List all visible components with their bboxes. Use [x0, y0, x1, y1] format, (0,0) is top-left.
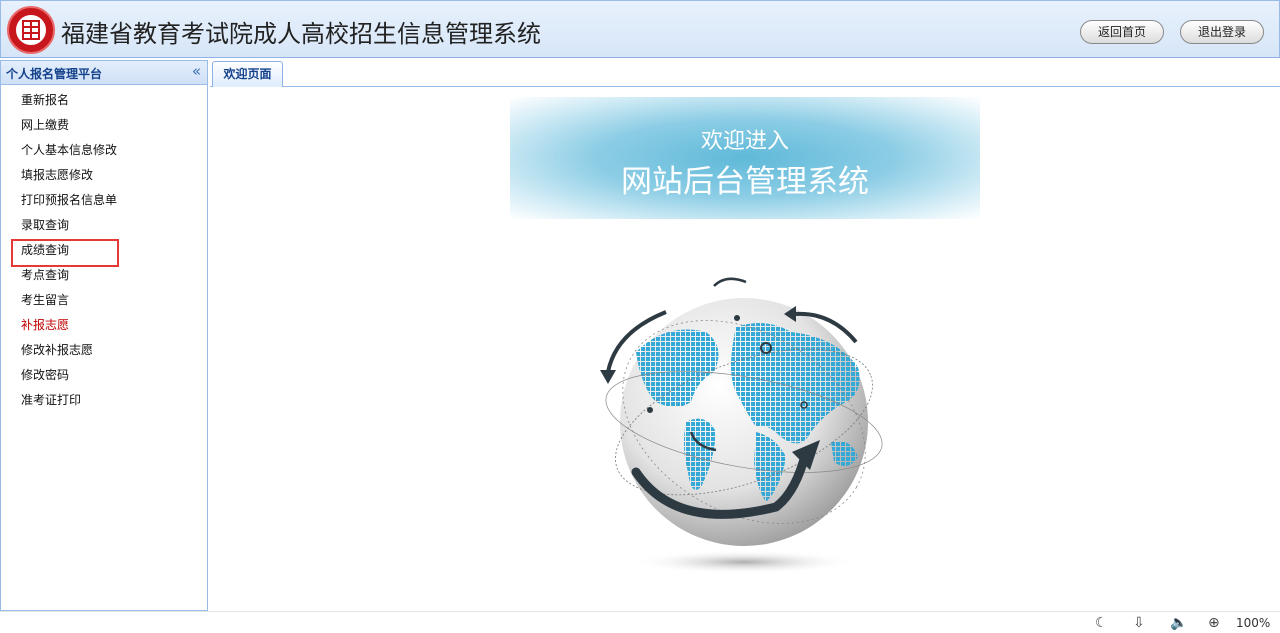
return-home-button[interactable]: 返回首页 [1080, 20, 1164, 44]
sidebar-item-print-registration[interactable]: 打印预报名信息单 [1, 188, 207, 213]
sidebar-menu: 重新报名 网上缴费 个人基本信息修改 填报志愿修改 打印预报名信息单 录取查询 … [1, 85, 207, 413]
banner-line2: 网站后台管理系统 [621, 164, 869, 200]
sidebar-item-edit-basic-info[interactable]: 个人基本信息修改 [1, 138, 207, 163]
sidebar-header: 个人报名管理平台 « [1, 61, 207, 85]
globe-icon [600, 277, 883, 574]
sidebar-item-print-admission-ticket[interactable]: 准考证打印 [1, 388, 207, 413]
sidebar-item-re-register[interactable]: 重新报名 [1, 88, 207, 113]
sidebar-item-change-password[interactable]: 修改密码 [1, 363, 207, 388]
sidebar-item-edit-preferences[interactable]: 填报志愿修改 [1, 163, 207, 188]
collapse-sidebar-icon[interactable]: « [192, 62, 201, 80]
school-logo-icon [7, 6, 55, 54]
sidebar-item-candidate-message[interactable]: 考生留言 [1, 288, 207, 313]
sidebar-title: 个人报名管理平台 [6, 67, 103, 81]
zoom-level[interactable]: 100% [1236, 616, 1270, 630]
tab-bar: 欢迎页面 [210, 60, 1280, 87]
browser-status-bar: ☾ ⇩ 🔈 ⊕ 100% [0, 611, 1280, 633]
sidebar-item-score-query[interactable]: 成绩查询 [1, 238, 207, 267]
sidebar-item-exam-site-query[interactable]: 考点查询 [1, 263, 207, 288]
app-title: 福建省教育考试院成人高校招生信息管理系统 [61, 20, 541, 48]
download-icon[interactable]: ⇩ [1133, 615, 1145, 631]
sidebar-item-edit-supplement[interactable]: 修改补报志愿 [1, 338, 207, 363]
globe-illustration [596, 262, 886, 582]
zoom-icon[interactable]: ⊕ [1208, 615, 1220, 631]
app-header: 福建省教育考试院成人高校招生信息管理系统 返回首页 退出登录 [0, 0, 1280, 58]
sidebar-item-admission-query[interactable]: 录取查询 [1, 213, 207, 238]
speaker-icon[interactable]: 🔈 [1170, 615, 1187, 631]
sidebar: 个人报名管理平台 « 重新报名 网上缴费 个人基本信息修改 填报志愿修改 打印预… [0, 60, 208, 611]
logo-emblem [14, 13, 48, 47]
sidebar-item-online-payment[interactable]: 网上缴费 [1, 113, 207, 138]
welcome-banner: 欢迎进入 网站后台管理系统 [510, 97, 980, 219]
logout-button[interactable]: 退出登录 [1180, 20, 1264, 44]
tab-welcome[interactable]: 欢迎页面 [212, 61, 283, 87]
banner-line1: 欢迎进入 [700, 129, 789, 154]
sidebar-item-supplement-preferences[interactable]: 补报志愿 [1, 313, 207, 338]
night-mode-icon[interactable]: ☾ [1095, 615, 1108, 631]
